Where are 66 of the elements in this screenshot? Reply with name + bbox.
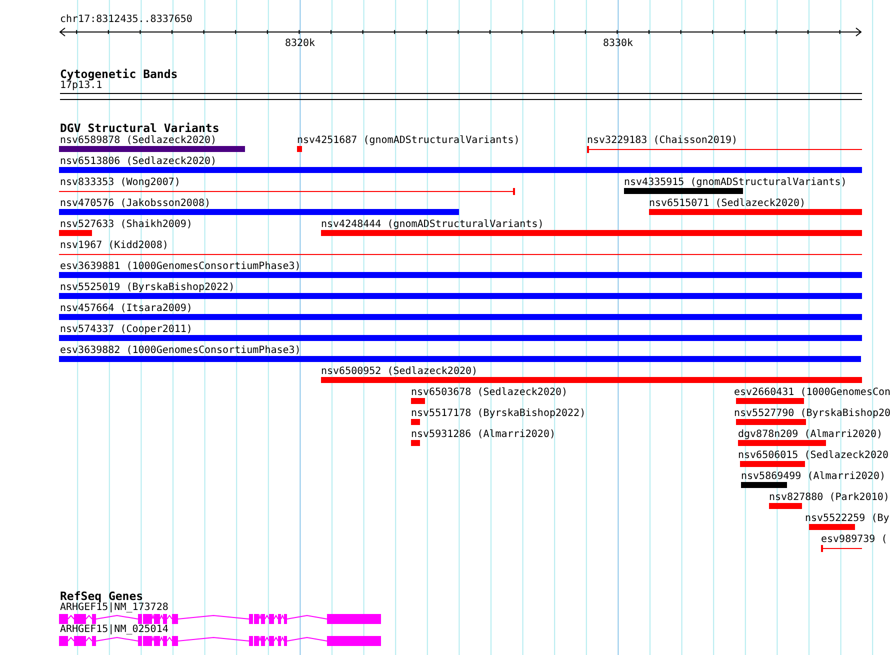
variant-bar[interactable] — [740, 461, 805, 467]
variant-label[interactable]: dgv878n209 (Almarri2020) — [738, 429, 882, 441]
variant-bar[interactable] — [738, 440, 826, 446]
variant-label[interactable]: esv3639881 (1000GenomesConsortiumPhase3) — [60, 261, 301, 273]
variant-label[interactable]: nsv4248444 (gnomADStructuralVariants) — [321, 219, 544, 231]
variant-label[interactable]: nsv6503678 (Sedlazeck2020) — [411, 387, 568, 399]
variant-label[interactable]: nsv5869499 (Almarri2020) — [741, 471, 886, 483]
variant-label[interactable]: nsv4335915 (gnomADStructuralVariants) — [624, 177, 847, 189]
variant-label[interactable]: nsv6513806 (Sedlazeck2020) — [60, 156, 217, 168]
variant-label[interactable]: nsv4251687 (gnomADStructuralVariants) — [297, 135, 520, 147]
gene-model-drawing[interactable] — [59, 636, 383, 646]
variant-line[interactable] — [587, 145, 862, 153]
gene-label[interactable]: ARHGEF15|NM_173728 — [60, 602, 168, 614]
variant-label[interactable]: nsv470576 (Jakobsson2008) — [60, 198, 211, 210]
variant-label[interactable]: nsv574337 (Cooper2011) — [60, 324, 192, 336]
band-label: 17p13.1 — [60, 80, 102, 92]
variant-bar[interactable] — [59, 167, 862, 173]
variant-bar[interactable] — [59, 272, 862, 278]
variant-bar[interactable] — [59, 146, 245, 152]
variant-bar[interactable] — [736, 419, 806, 425]
variant-label[interactable]: nsv5527790 (ByrskaBishop20 — [734, 408, 890, 420]
track-title: RefSeq Genes — [60, 590, 144, 602]
variant-bar[interactable] — [59, 335, 862, 341]
variant-line[interactable] — [821, 544, 862, 552]
variant-label[interactable]: esv989739 ( — [821, 534, 888, 546]
variant-bar[interactable] — [59, 314, 862, 320]
gene-model-drawing[interactable] — [59, 614, 383, 624]
variant-label[interactable]: nsv833353 (Wong2007) — [60, 177, 180, 189]
variant-bar[interactable] — [624, 188, 743, 194]
variant-bar[interactable] — [769, 503, 802, 509]
gene-label[interactable]: ARHGEF15|NM_025014 — [60, 624, 168, 636]
variant-bar[interactable] — [736, 398, 804, 404]
variant-label[interactable]: nsv3229183 (Chaisson2019) — [587, 135, 738, 147]
variant-bar[interactable] — [297, 146, 302, 152]
variant-bar[interactable] — [411, 440, 420, 446]
variant-bar[interactable] — [411, 419, 420, 425]
variant-label[interactable]: nsv827880 (Park2010) — [769, 492, 890, 504]
variant-label[interactable]: nsv1967 (Kidd2008) — [60, 240, 168, 252]
variant-line[interactable] — [59, 187, 515, 195]
variant-label[interactable]: nsv6500952 (Sedlazeck2020) — [321, 366, 478, 378]
variant-bar[interactable] — [321, 230, 862, 236]
variant-bar[interactable] — [59, 356, 861, 362]
variant-label[interactable]: nsv527633 (Shaikh2009) — [60, 219, 192, 231]
variant-bar[interactable] — [59, 209, 459, 215]
variant-label[interactable]: nsv457664 (Itsara2009) — [60, 303, 192, 315]
variant-bar[interactable] — [59, 230, 92, 236]
ruler-tick-label: 8330k — [602, 38, 634, 50]
track-title: Cytogenetic Bands — [60, 68, 178, 80]
variant-bar[interactable] — [321, 377, 862, 383]
variant-label[interactable]: nsv5525019 (ByrskaBishop2022) — [60, 282, 235, 294]
variant-label[interactable]: nsv6589878 (Sedlazeck2020) — [60, 135, 217, 147]
variant-bar[interactable] — [649, 209, 862, 215]
ruler-tick-label: 8320k — [284, 38, 316, 50]
track-title: DGV Structural Variants — [60, 122, 220, 134]
variant-label[interactable]: esv3639882 (1000GenomesConsortiumPhase3) — [60, 345, 301, 357]
variant-label[interactable]: esv2660431 (1000GenomesCon — [734, 387, 890, 399]
genome-location: chr17:8312435..8337650 — [60, 14, 192, 26]
variant-bar[interactable] — [741, 482, 787, 488]
variant-bar[interactable] — [809, 524, 855, 530]
variant-label[interactable]: nsv5517178 (ByrskaBishop2022) — [411, 408, 586, 420]
variant-label[interactable]: nsv5931286 (Almarri2020) — [411, 429, 556, 441]
variant-label[interactable]: nsv6506015 (Sedlazeck2020 — [738, 450, 889, 462]
variant-bar[interactable] — [411, 398, 425, 404]
variant-bar[interactable] — [59, 293, 862, 299]
variant-label[interactable]: nsv6515071 (Sedlazeck2020) — [649, 198, 806, 210]
variant-label[interactable]: nsv5522259 (By — [805, 513, 890, 525]
